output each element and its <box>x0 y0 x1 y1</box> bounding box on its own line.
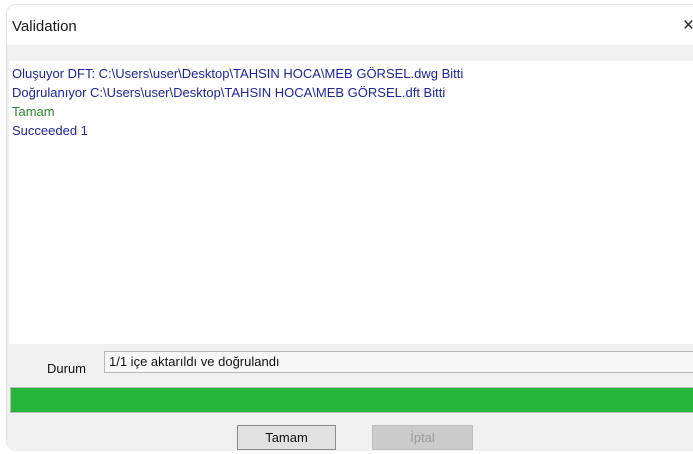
progress-bar <box>10 387 693 413</box>
validation-dialog: Validation × Oluşuyor DFT: C:\Users\user… <box>6 4 693 451</box>
log-line: Doğrulanıyor C:\Users\user\Desktop\TAHSI… <box>12 85 446 100</box>
status-label: Durum <box>47 361 87 376</box>
title-bar: Validation × <box>7 5 693 45</box>
log-line: Tamam <box>12 104 55 119</box>
ok-button[interactable]: Tamam <box>237 425 336 450</box>
log-line: Oluşuyor DFT: C:\Users\user\Desktop\TAHS… <box>12 66 464 81</box>
window-title: Validation <box>12 18 77 35</box>
status-field: 1/1 içe aktarıldı ve doğrulandı <box>104 351 693 373</box>
log-output[interactable]: Oluşuyor DFT: C:\Users\user\Desktop\TAHS… <box>9 61 693 344</box>
cancel-button: İptal <box>372 425 473 450</box>
progress-fill <box>11 388 693 412</box>
log-line: Succeeded 1 <box>12 123 88 138</box>
close-icon[interactable]: × <box>676 15 693 37</box>
